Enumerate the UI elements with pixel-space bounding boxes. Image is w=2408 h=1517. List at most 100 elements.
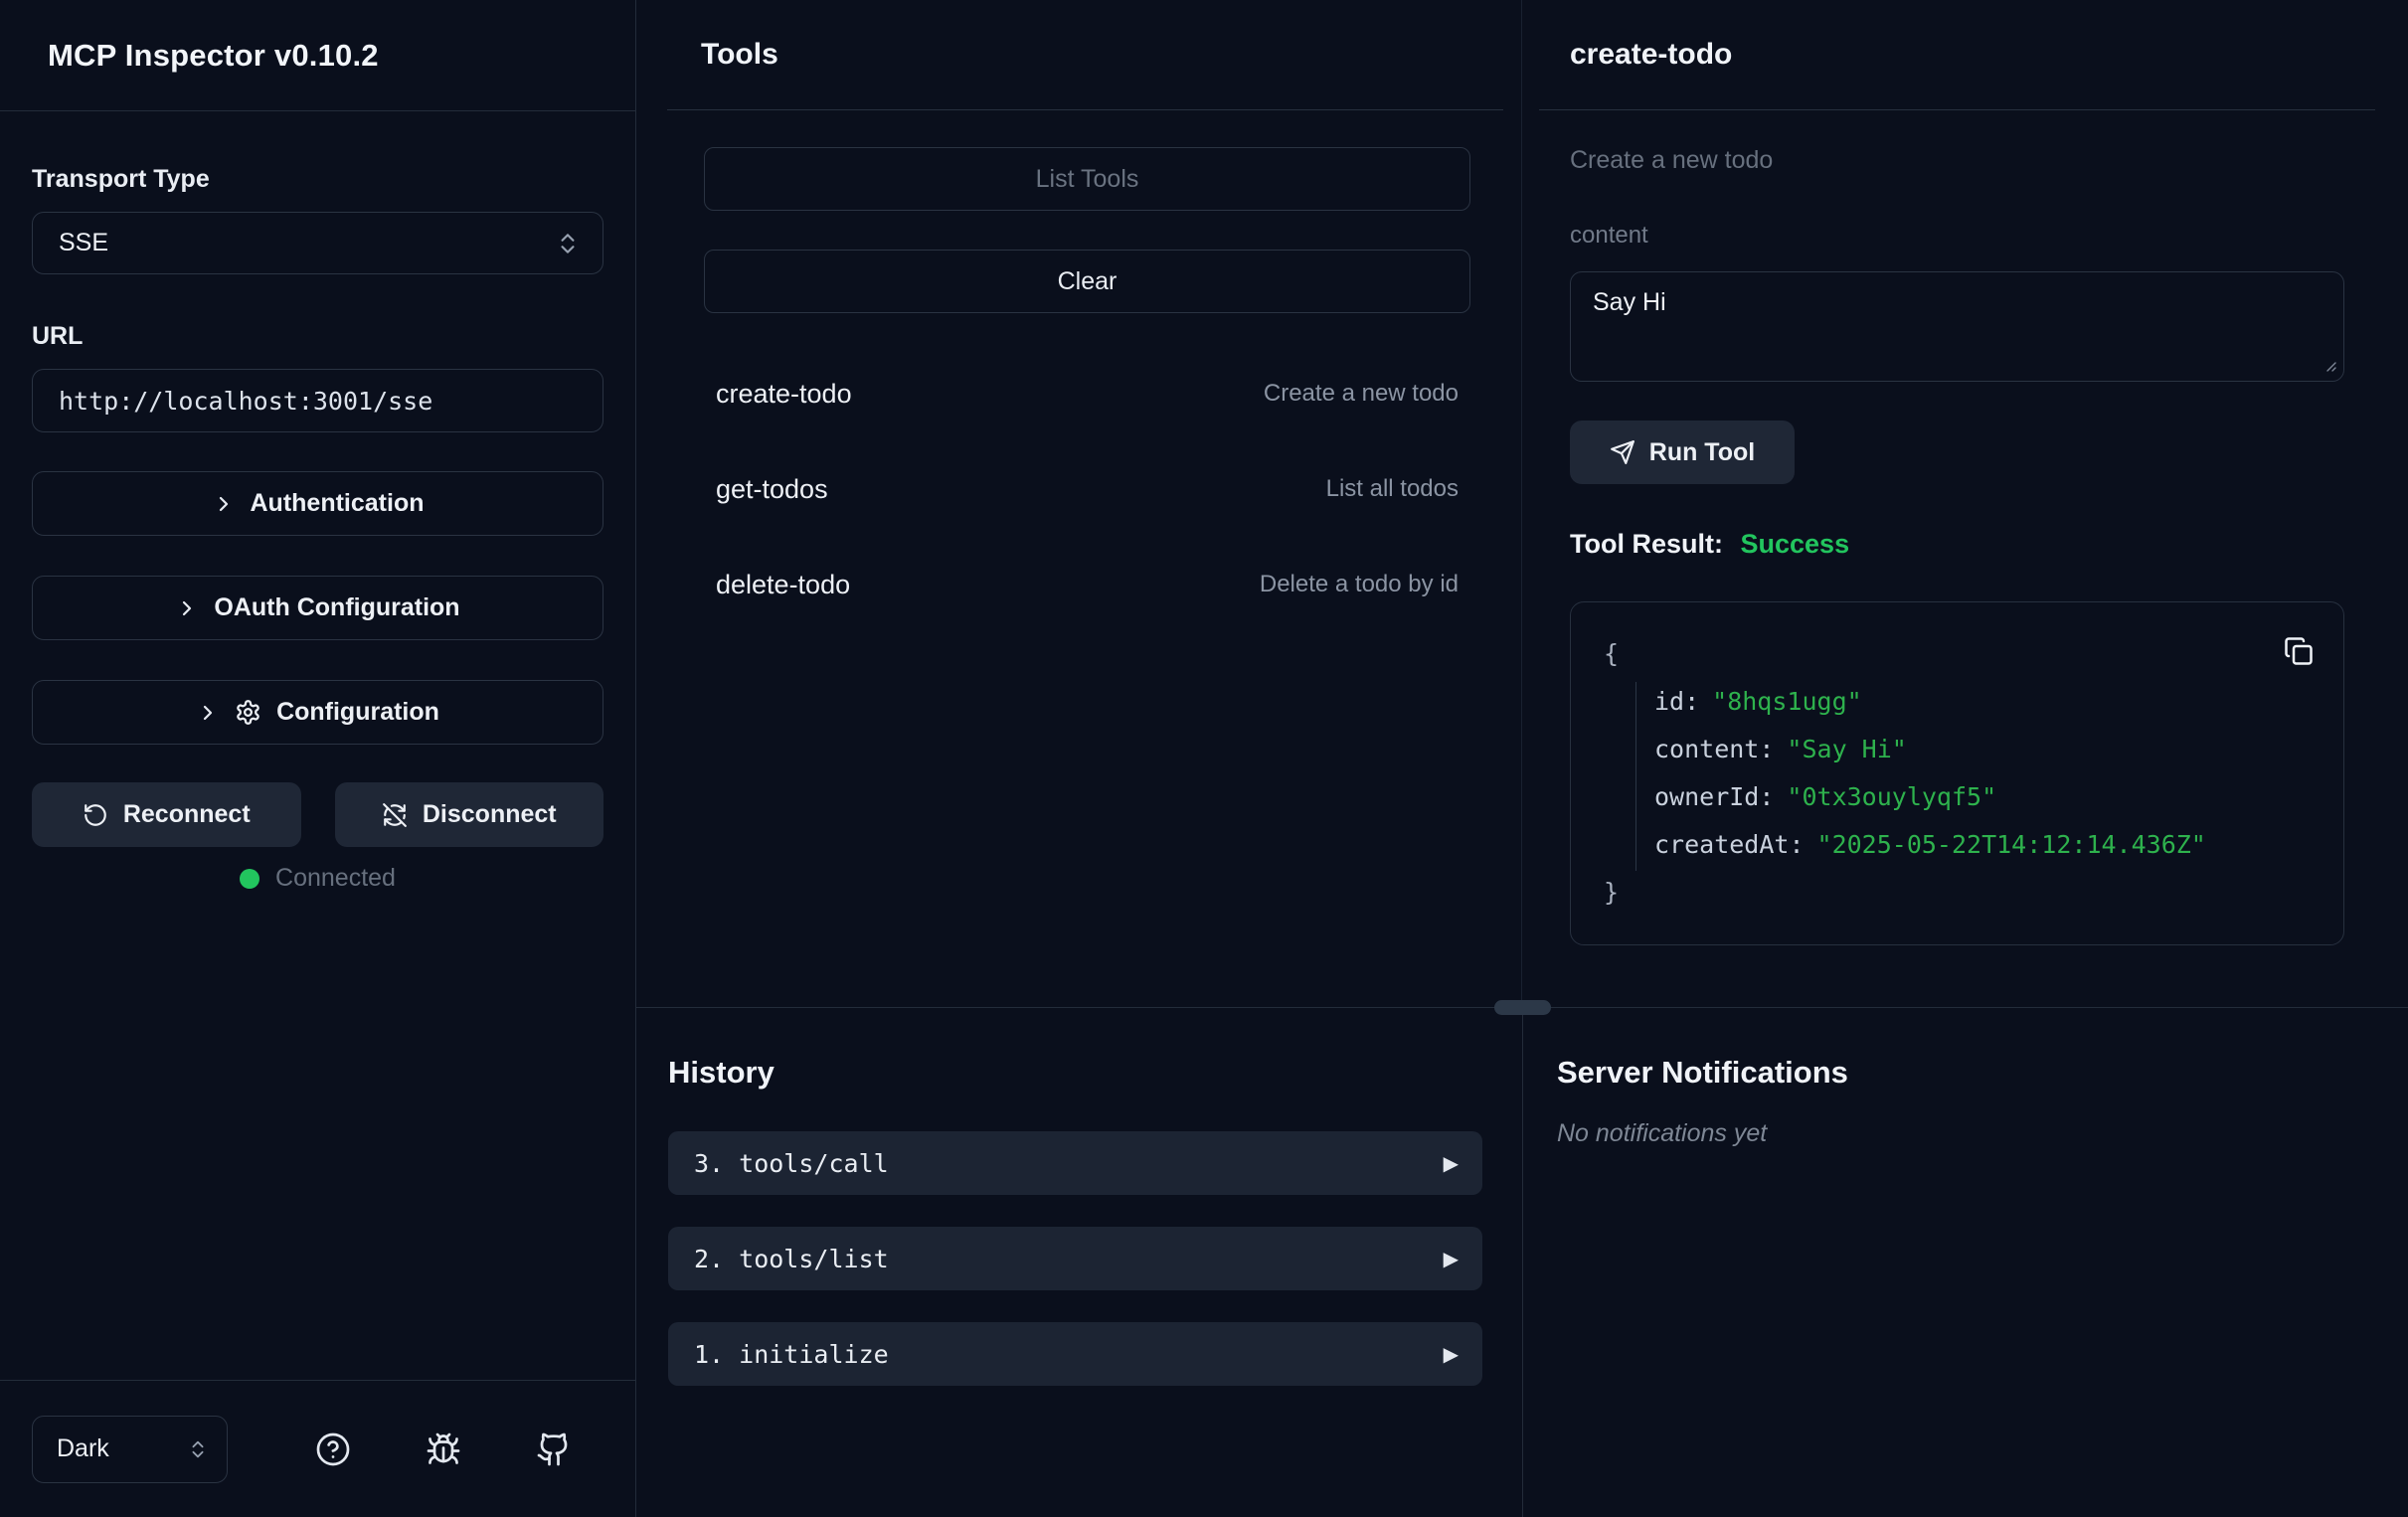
tool-name: delete-todo bbox=[716, 570, 850, 600]
list-tools-button[interactable]: List Tools bbox=[704, 147, 1470, 211]
tool-name: get-todos bbox=[716, 474, 828, 505]
json-entry-content: content: "Say Hi" bbox=[1604, 726, 2314, 773]
history-item-label: 3. tools/call bbox=[694, 1149, 889, 1178]
tool-detail-panel: create-todo Create a new todo content Sa… bbox=[1522, 0, 2408, 1007]
json-entry-ownerid: ownerId: "0tx3ouylyqf5" bbox=[1604, 773, 2314, 821]
tool-result-status: Success bbox=[1741, 529, 1850, 559]
tools-panel: Tools List Tools Clear create-todo Creat… bbox=[636, 0, 1522, 1007]
app-title: MCP Inspector v0.10.2 bbox=[48, 38, 379, 74]
transport-type-select[interactable]: SSE bbox=[32, 212, 603, 274]
json-entry-id: id: "8hqs1ugg" bbox=[1604, 678, 2314, 726]
tool-detail-title: create-todo bbox=[1570, 38, 2344, 72]
json-value: "2025-05-22T14:12:14.436Z" bbox=[1817, 830, 2206, 859]
mcp-inspector-app: MCP Inspector v0.10.2 Transport Type SSE… bbox=[0, 0, 2408, 1517]
history-item-tools-list[interactable]: 2. tools/list ▶ bbox=[668, 1227, 1482, 1290]
history-item-initialize[interactable]: 1. initialize ▶ bbox=[668, 1322, 1482, 1386]
bug-icon[interactable] bbox=[426, 1432, 461, 1467]
tools-divider bbox=[667, 109, 1503, 110]
sidebar: MCP Inspector v0.10.2 Transport Type SSE… bbox=[0, 0, 636, 1517]
json-key: ownerId: bbox=[1654, 782, 1774, 811]
footer-icons bbox=[315, 1432, 572, 1467]
json-key: createdAt: bbox=[1654, 830, 1805, 859]
tools-title: Tools bbox=[701, 38, 1503, 72]
refresh-off-icon bbox=[382, 802, 408, 828]
connection-actions: Reconnect Disconnect bbox=[32, 782, 603, 847]
oauth-configuration-button[interactable]: OAuth Configuration bbox=[32, 576, 603, 640]
gear-icon bbox=[235, 699, 261, 726]
url-input[interactable] bbox=[32, 369, 603, 432]
history-title: History bbox=[668, 1055, 1482, 1091]
disconnect-button[interactable]: Disconnect bbox=[335, 782, 604, 847]
tool-result-label: Tool Result: bbox=[1570, 529, 1723, 559]
chevron-right-icon bbox=[175, 596, 199, 620]
copy-icon[interactable] bbox=[2284, 636, 2314, 666]
json-value: "0tx3ouylyqf5" bbox=[1787, 782, 1996, 811]
tool-name: create-todo bbox=[716, 379, 852, 410]
tool-detail-divider bbox=[1539, 109, 2375, 110]
reconnect-label: Reconnect bbox=[123, 800, 251, 829]
main-area: Tools List Tools Clear create-todo Creat… bbox=[636, 0, 2408, 1517]
json-close-brace: } bbox=[1604, 869, 2314, 917]
history-item-label: 1. initialize bbox=[694, 1340, 889, 1369]
transport-type-label: Transport Type bbox=[32, 165, 603, 194]
oauth-configuration-label: OAuth Configuration bbox=[214, 593, 459, 622]
theme-select[interactable]: Dark bbox=[32, 1416, 228, 1483]
configuration-label: Configuration bbox=[276, 698, 439, 727]
disconnect-label: Disconnect bbox=[423, 800, 557, 829]
json-value: "8hqs1ugg" bbox=[1712, 687, 1862, 716]
json-key: content: bbox=[1654, 735, 1774, 763]
expand-arrow-icon: ▶ bbox=[1444, 1151, 1459, 1176]
chevrons-up-down-icon bbox=[187, 1438, 209, 1460]
bottom-panels: History 3. tools/call ▶ 2. tools/list ▶ … bbox=[636, 1007, 2408, 1517]
clear-tools-button[interactable]: Clear bbox=[704, 250, 1470, 313]
tool-row-delete-todo[interactable]: delete-todo Delete a todo by id bbox=[666, 561, 1503, 608]
github-icon[interactable] bbox=[536, 1432, 572, 1467]
tool-row-create-todo[interactable]: create-todo Create a new todo bbox=[666, 370, 1503, 418]
run-tool-label: Run Tool bbox=[1649, 438, 1755, 467]
tool-row-get-todos[interactable]: get-todos List all todos bbox=[666, 465, 1503, 513]
help-icon[interactable] bbox=[315, 1432, 351, 1467]
tool-description: Delete a todo by id bbox=[1260, 571, 1459, 598]
tool-result-json: { id: "8hqs1ugg" content: "Say Hi" ownerId… bbox=[1570, 601, 2344, 945]
chevrons-up-down-icon bbox=[555, 231, 581, 256]
server-notifications-title: Server Notifications bbox=[1557, 1055, 2408, 1091]
authentication-button[interactable]: Authentication bbox=[32, 471, 603, 536]
send-icon bbox=[1610, 439, 1635, 465]
json-entry-createdat: createdAt: "2025-05-22T14:12:14.436Z" bbox=[1604, 821, 2314, 869]
rotate-ccw-icon bbox=[83, 802, 108, 828]
reconnect-button[interactable]: Reconnect bbox=[32, 782, 301, 847]
theme-value: Dark bbox=[57, 1434, 109, 1463]
top-panels: Tools List Tools Clear create-todo Creat… bbox=[636, 0, 2408, 1007]
connection-status-label: Connected bbox=[275, 864, 396, 893]
connection-status: Connected bbox=[32, 864, 603, 893]
expand-arrow-icon: ▶ bbox=[1444, 1342, 1459, 1367]
transport-type-value: SSE bbox=[59, 229, 108, 257]
json-key: id: bbox=[1654, 687, 1699, 716]
configuration-button[interactable]: Configuration bbox=[32, 680, 603, 745]
tool-result-line: Tool Result: Success bbox=[1570, 529, 2344, 560]
sidebar-header: MCP Inspector v0.10.2 bbox=[0, 0, 635, 111]
tool-detail-subtitle: Create a new todo bbox=[1570, 146, 2344, 175]
tool-description: List all todos bbox=[1326, 475, 1459, 503]
url-label: URL bbox=[32, 322, 603, 351]
tool-list: create-todo Create a new todo get-todos … bbox=[666, 370, 1503, 608]
content-field-wrap: Say Hi bbox=[1570, 271, 2344, 382]
expand-arrow-icon: ▶ bbox=[1444, 1247, 1459, 1271]
sidebar-footer: Dark bbox=[0, 1380, 635, 1517]
chevron-right-icon bbox=[196, 701, 220, 725]
history-item-tools-call[interactable]: 3. tools/call ▶ bbox=[668, 1131, 1482, 1195]
json-open-brace: { bbox=[1604, 630, 2314, 678]
content-textarea[interactable]: Say Hi bbox=[1570, 271, 2344, 382]
history-list: 3. tools/call ▶ 2. tools/list ▶ 1. initi… bbox=[668, 1131, 1482, 1386]
chevron-right-icon bbox=[212, 492, 236, 516]
connection-settings: Transport Type SSE URL Authentication bbox=[0, 111, 635, 1380]
server-notifications-panel: Server Notifications No notifications ye… bbox=[1523, 1008, 2408, 1517]
authentication-label: Authentication bbox=[251, 489, 425, 518]
json-value: "Say Hi" bbox=[1787, 735, 1906, 763]
run-tool-button[interactable]: Run Tool bbox=[1570, 421, 1795, 484]
panel-resize-grip[interactable] bbox=[1494, 1000, 1551, 1015]
content-field-label: content bbox=[1570, 222, 2344, 250]
notifications-empty-text: No notifications yet bbox=[1557, 1119, 2408, 1148]
json-indent-guide bbox=[1635, 682, 1636, 871]
history-panel: History 3. tools/call ▶ 2. tools/list ▶ … bbox=[636, 1008, 1523, 1517]
